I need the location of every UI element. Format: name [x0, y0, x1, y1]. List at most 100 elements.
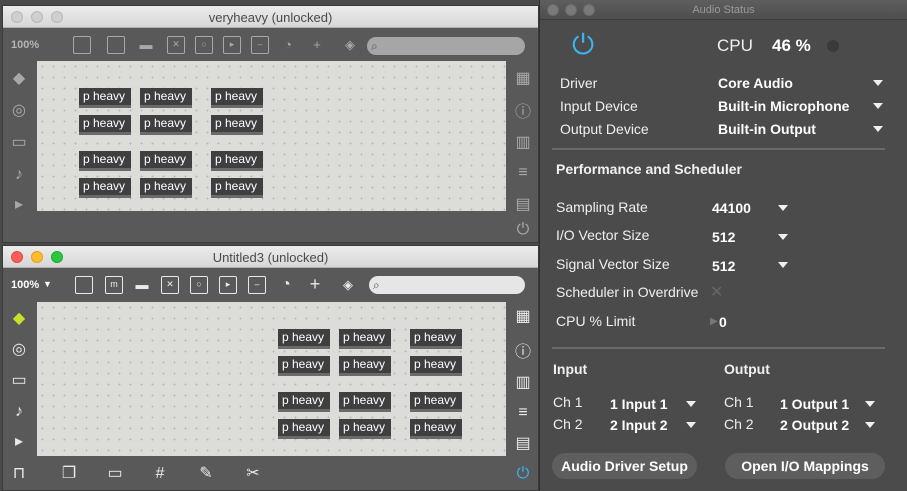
presentation-icon[interactable]	[75, 276, 93, 294]
grid-icon[interactable]: #	[150, 464, 170, 484]
object-p-heavy[interactable]: p heavy	[211, 178, 263, 198]
input-ch1-select[interactable]: 1 Input 1	[610, 396, 668, 412]
object-p-heavy[interactable]: p heavy	[140, 88, 192, 108]
chevron-down-icon[interactable]	[778, 234, 788, 240]
play-icon[interactable]: ▸	[9, 432, 29, 452]
presentation-icon[interactable]	[73, 36, 91, 54]
input-ch2-select[interactable]: 2 Input 2	[610, 417, 668, 433]
dial-icon[interactable]: ◔	[279, 36, 297, 54]
chevron-down-icon[interactable]	[865, 422, 875, 428]
title-bar[interactable]: veryheavy (unlocked)	[3, 6, 538, 28]
object-p-heavy[interactable]: p heavy	[211, 88, 263, 108]
output-ch1-select[interactable]: 1 Output 1	[780, 396, 849, 412]
chevron-down-icon[interactable]	[873, 126, 883, 132]
signal-vector-size-select[interactable]: 512	[712, 258, 735, 274]
comment-icon[interactable]: ▬	[137, 36, 155, 54]
media-icon[interactable]: ▭	[9, 371, 29, 391]
number-icon[interactable]: ▸	[219, 276, 237, 294]
object-p-heavy[interactable]: p heavy	[79, 115, 131, 135]
chevron-down-icon[interactable]	[778, 262, 788, 268]
object-p-heavy[interactable]: p heavy	[278, 356, 330, 376]
comment-icon[interactable]: ▬	[133, 276, 151, 294]
object-p-heavy[interactable]: p heavy	[339, 356, 391, 376]
patcher-canvas[interactable]: p heavy p heavy p heavy p heavy p heavy …	[37, 61, 506, 211]
cpu-limit-value[interactable]: 0	[719, 314, 727, 330]
object-p-heavy[interactable]: p heavy	[410, 392, 462, 412]
cube-icon[interactable]: ◆	[9, 69, 29, 89]
scheduler-overdrive-toggle[interactable]: ✕	[710, 282, 723, 302]
driver-select[interactable]: Core Audio	[718, 75, 793, 91]
list-icon[interactable]: ≡	[513, 403, 533, 423]
slider-icon[interactable]: –	[251, 36, 269, 54]
object-p-heavy[interactable]: p heavy	[339, 329, 391, 349]
sampling-rate-select[interactable]: 44100	[712, 200, 751, 216]
audio-driver-setup-button[interactable]: Audio Driver Setup	[552, 453, 697, 479]
object-p-heavy[interactable]: p heavy	[410, 329, 462, 349]
chevron-down-icon[interactable]	[778, 205, 788, 211]
grid-icon[interactable]: ▦	[513, 69, 533, 89]
object-p-heavy[interactable]: p heavy	[211, 115, 263, 135]
object-p-heavy[interactable]: p heavy	[140, 115, 192, 135]
zoom-menu[interactable]: 100%	[11, 279, 39, 291]
reference-icon[interactable]: ▤	[513, 195, 533, 215]
chevron-down-icon[interactable]	[686, 422, 696, 428]
chevron-down-icon[interactable]	[686, 401, 696, 407]
info-icon[interactable]: ⓘ	[513, 103, 533, 123]
play-icon[interactable]: ▸	[9, 195, 29, 215]
reference-icon[interactable]: ▤	[513, 434, 533, 454]
note-icon[interactable]: ♪	[9, 402, 29, 422]
object-p-heavy[interactable]: p heavy	[79, 151, 131, 171]
lock-icon[interactable]: ⊓	[9, 464, 29, 484]
patcher-canvas[interactable]: p heavy p heavy p heavy p heavy p heavy …	[37, 302, 506, 456]
chevron-down-icon[interactable]	[865, 401, 875, 407]
wrench-icon[interactable]: ✂	[243, 464, 263, 484]
object-p-heavy[interactable]: p heavy	[79, 88, 131, 108]
input-device-select[interactable]: Built-in Microphone	[718, 98, 849, 114]
audio-power-icon[interactable]: ⏻	[572, 30, 594, 60]
title-bar[interactable]: Untitled3 (unlocked)	[3, 246, 538, 268]
object-p-heavy[interactable]: p heavy	[140, 178, 192, 198]
dial-icon[interactable]: ◔	[277, 276, 295, 294]
output-ch2-select[interactable]: 2 Output 2	[780, 417, 849, 433]
object-p-heavy[interactable]: p heavy	[140, 151, 192, 171]
info-icon[interactable]: ⓘ	[513, 343, 533, 363]
bang-icon[interactable]: ○	[190, 276, 208, 294]
target-icon[interactable]: ◎	[9, 340, 29, 360]
presentation-mode-icon[interactable]: ▭	[105, 464, 125, 484]
note-icon[interactable]: ♪	[9, 165, 29, 185]
object-p-heavy[interactable]: p heavy	[211, 151, 263, 171]
object-p-heavy[interactable]: p heavy	[278, 329, 330, 349]
message-icon[interactable]: m	[105, 276, 123, 294]
io-vector-size-select[interactable]: 512	[712, 229, 735, 245]
media-icon[interactable]: ▭	[9, 133, 29, 153]
zoom-menu[interactable]: 100%	[11, 39, 39, 51]
object-p-heavy[interactable]: p heavy	[339, 392, 391, 412]
object-p-heavy[interactable]: p heavy	[278, 419, 330, 439]
target-icon[interactable]: ◎	[9, 101, 29, 121]
slider-icon[interactable]: –	[248, 276, 266, 294]
book-icon[interactable]: ▥	[513, 373, 533, 393]
power-icon[interactable]: ⏻	[513, 220, 533, 240]
object-p-heavy[interactable]: p heavy	[410, 356, 462, 376]
toggle-icon[interactable]: ✕	[167, 36, 185, 54]
object-p-heavy[interactable]: p heavy	[339, 419, 391, 439]
book-icon[interactable]: ▥	[513, 133, 533, 153]
message-icon[interactable]	[107, 36, 125, 54]
list-icon[interactable]: ≡	[513, 163, 533, 183]
search-input[interactable]: ⌕	[367, 37, 525, 55]
snap-icon[interactable]: ✎	[196, 464, 216, 484]
add-object-icon[interactable]: +	[308, 36, 326, 54]
object-p-heavy[interactable]: p heavy	[278, 392, 330, 412]
chevron-down-icon[interactable]	[873, 103, 883, 109]
toggle-icon[interactable]: ✕	[161, 276, 179, 294]
grid-icon[interactable]: ▦	[513, 307, 533, 327]
cube-icon[interactable]: ◆	[9, 309, 29, 329]
bang-icon[interactable]: ○	[195, 36, 213, 54]
paint-icon[interactable]: ◈	[339, 276, 357, 294]
object-p-heavy[interactable]: p heavy	[79, 178, 131, 198]
add-object-icon[interactable]: +	[306, 275, 324, 293]
chevron-down-icon[interactable]	[873, 80, 883, 86]
output-device-select[interactable]: Built-in Output	[718, 121, 816, 137]
chevron-down-icon[interactable]: ▼	[43, 279, 52, 289]
search-input[interactable]: ⌕	[369, 276, 525, 294]
